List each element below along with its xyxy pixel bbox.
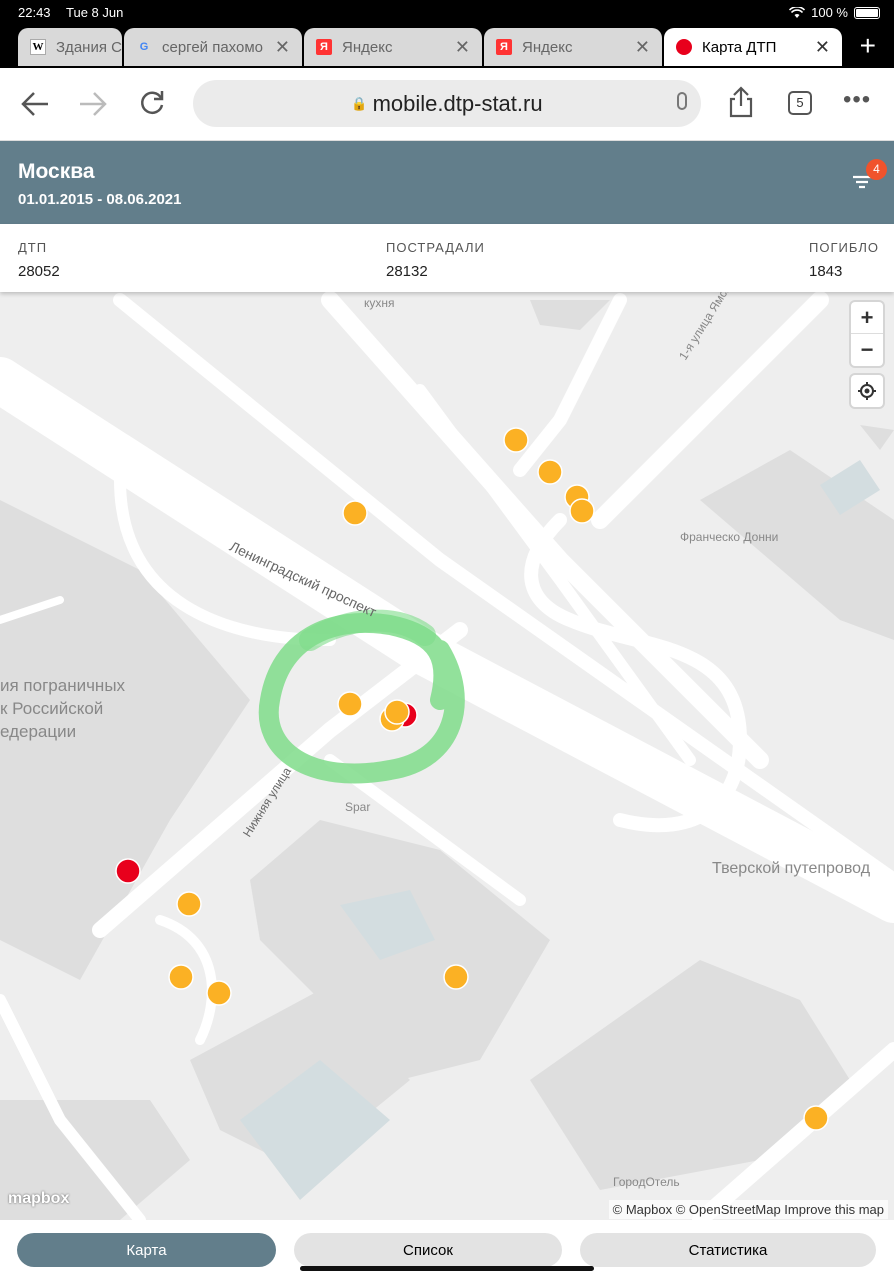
stat-dtp: ДТП 28052 [18,240,60,280]
tab-statistics[interactable]: Статистика [580,1233,876,1267]
geolocate-button[interactable] [851,375,883,407]
incident-marker-injured[interactable] [168,964,194,990]
forward-icon[interactable] [78,90,108,118]
status-time: 22:43 [18,5,51,20]
mapbox-logo[interactable]: mapbox [8,1190,69,1208]
close-icon[interactable]: ✕ [275,37,290,58]
close-icon[interactable]: ✕ [815,37,830,58]
wikipedia-icon: W [30,39,46,55]
google-icon: G [139,41,149,53]
map-label-franchesko: Франческо Донни [680,530,779,544]
zoom-out-button[interactable]: − [851,334,883,366]
more-icon[interactable]: ••• [843,86,871,114]
tab-count-button[interactable]: 5 [788,91,812,115]
status-right: 100 % [789,5,880,20]
city-title: Москва [18,160,95,183]
incident-marker-injured[interactable] [384,699,410,725]
date-range: 01.01.2015 - 08.06.2021 [18,191,182,208]
incident-marker-injured[interactable] [176,891,202,917]
zoom-in-button[interactable]: + [851,302,883,334]
stat-label: ПОСТРАДАЛИ [386,240,485,255]
incident-marker-injured[interactable] [803,1105,829,1131]
incident-marker-injured[interactable] [537,459,563,485]
yandex-icon: Я [316,39,332,55]
tab-dtp-map[interactable]: Карта ДТП ✕ [664,28,842,66]
map-label-border-2: к Российской [0,699,104,718]
map-label-border-3: едерации [0,722,77,741]
lock-icon: 🔒 [351,95,368,111]
filter-count-badge: 4 [866,159,887,180]
incident-marker-injured[interactable] [337,691,363,717]
battery-icon [854,6,880,19]
microphone-icon[interactable] [677,92,687,110]
wifi-icon [789,6,806,18]
close-icon[interactable]: ✕ [455,37,470,58]
stats-panel: ДТП 28052 ПОСТРАДАЛИ 28132 ПОГИБЛО 1843 [0,224,894,292]
map-drawing [0,292,894,1220]
address-bar[interactable]: 🔒 mobile.dtp-stat.ru [193,80,701,127]
browser-tab-bar: W Здания С G сергей пахомо ✕ Я Яндекс ✕ … [0,26,894,68]
bottom-nav: Карта Список Статистика [0,1220,894,1280]
map-label-gorodotel: ГородОтель [613,1175,680,1189]
stat-label: ПОГИБЛО [809,240,880,255]
zoom-control: + − [851,302,883,366]
map-canvas[interactable] [0,292,894,1220]
incident-marker-injured[interactable] [443,964,469,990]
app-header: Москва 01.01.2015 - 08.06.2021 [0,141,894,224]
tab-label: Здания С [56,38,122,56]
tab-list[interactable]: Список [294,1233,562,1267]
geolocate-icon [858,382,876,400]
incident-marker-injured[interactable] [342,500,368,526]
incident-marker-injured[interactable] [503,427,529,453]
url-text: mobile.dtp-stat.ru [372,90,543,116]
map-label-tverskoy: Тверской путепровод [712,860,871,877]
tab-yandex-2[interactable]: Я Яндекс ✕ [484,28,662,66]
close-icon[interactable]: ✕ [635,37,650,58]
tab-wikipedia[interactable]: W Здания С [18,28,122,66]
incident-marker-injured[interactable] [569,498,595,524]
reload-icon[interactable] [138,89,166,117]
status-bar: 22:43 Tue 8 Jun 100 % [0,0,894,26]
incident-marker-injured[interactable] [206,980,232,1006]
back-icon[interactable] [20,90,50,118]
stat-injured: ПОСТРАДАЛИ 28132 [386,240,485,280]
stat-value: 1843 [809,263,843,280]
map-label-kitchen: кухня [364,296,395,310]
red-dot-icon [676,39,692,55]
stat-label: ДТП [18,240,48,255]
yandex-icon: Я [496,39,512,55]
home-indicator [300,1266,594,1271]
battery-percent: 100 % [811,5,848,20]
stat-killed: ПОГИБЛО 1843 [809,240,879,280]
stat-value: 28132 [386,263,428,280]
new-tab-button[interactable]: + [860,30,876,62]
map-attribution[interactable]: © Mapbox © OpenStreetMap Improve this ma… [608,1200,888,1219]
status-date: Tue 8 Jun [66,5,124,20]
stat-value: 28052 [18,263,60,280]
share-icon[interactable] [728,86,754,118]
tab-map[interactable]: Карта [17,1233,276,1267]
map-label-spar: Spar [345,800,371,814]
map-label-border-1: ия пограничных [0,676,126,695]
tab-google[interactable]: G сергей пахомо ✕ [124,28,302,66]
incident-marker-killed[interactable] [115,858,141,884]
browser-toolbar: 🔒 mobile.dtp-stat.ru 5 ••• [0,68,894,141]
tab-yandex-1[interactable]: Я Яндекс ✕ [304,28,482,66]
